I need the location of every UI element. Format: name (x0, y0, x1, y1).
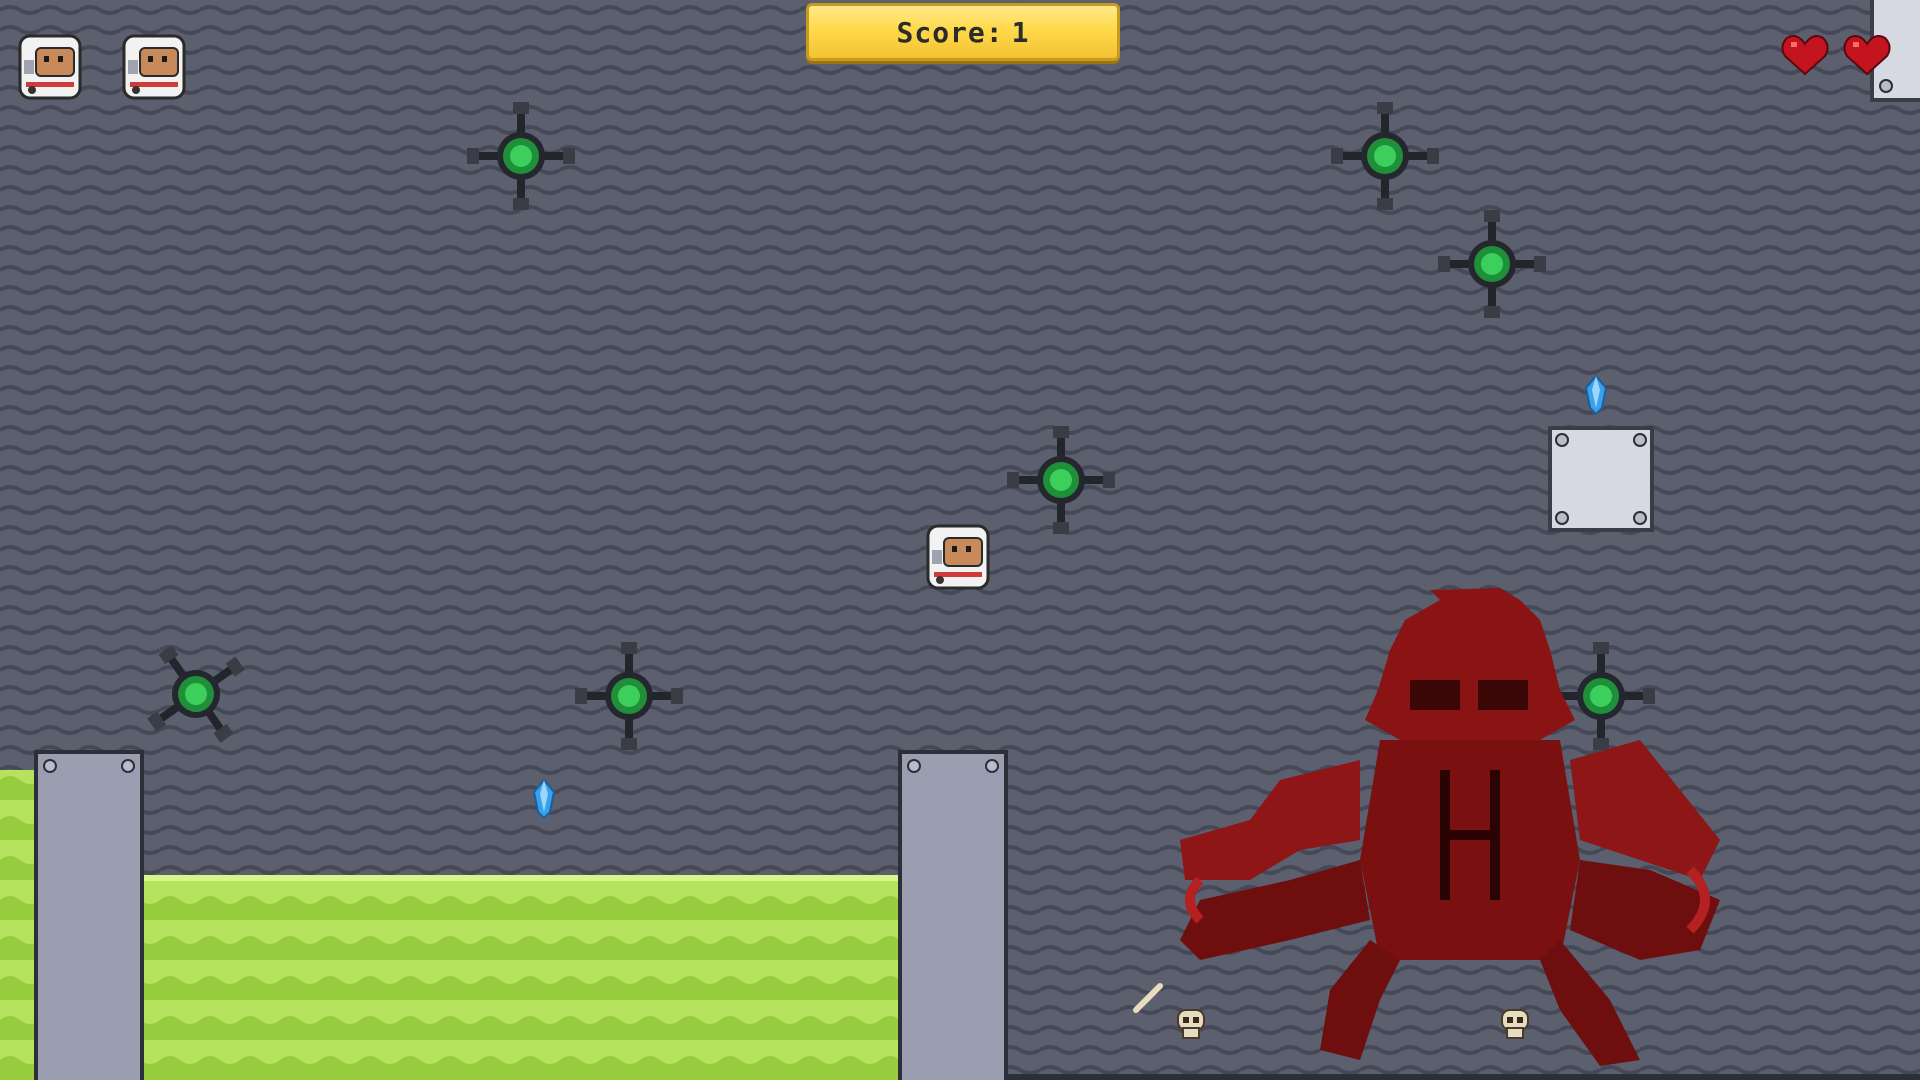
score-label: Score: (896, 15, 1004, 49)
astronaut-player[interactable] (926, 524, 990, 590)
game-scene (0, 0, 1920, 1080)
life-astronaut-icon (18, 34, 82, 100)
score-banner: Score: 1 (806, 3, 1120, 61)
life-astronaut-icon (122, 34, 186, 100)
metal-pillar-left (34, 750, 144, 1080)
metal-pillar-middle (898, 750, 1008, 1080)
floor-ground (1006, 1074, 1920, 1080)
acid-pool-main (140, 878, 902, 1080)
score-value: 1 (1011, 15, 1030, 49)
metal-block-platform (1548, 426, 1654, 532)
